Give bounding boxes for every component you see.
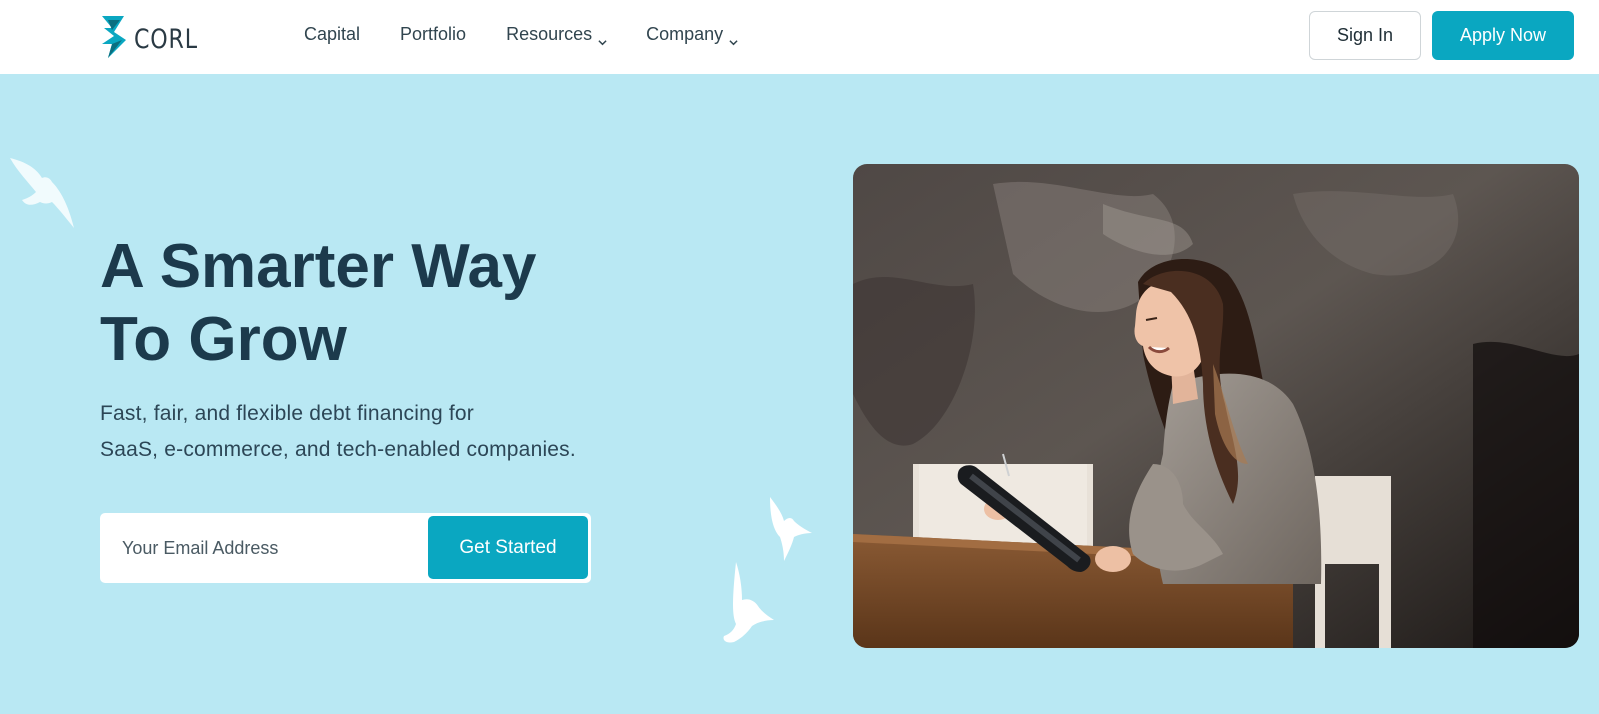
hero-title-line-2: To Grow — [100, 305, 347, 374]
chevron-down-icon — [729, 31, 738, 45]
bird-icon — [770, 497, 812, 561]
hero-title: A Smarter Way To Grow — [100, 230, 660, 376]
nav-item-company[interactable]: Company — [646, 24, 738, 45]
sign-in-button[interactable]: Sign In — [1309, 11, 1421, 60]
nav-item-label: Portfolio — [400, 24, 467, 44]
nav-item-capital[interactable]: Capital — [304, 24, 360, 45]
top-navigation-bar: CORL Capital Portfolio Resources Company… — [0, 0, 1599, 74]
hero-subtitle-line-1: Fast, fair, and flexible debt financing … — [100, 402, 474, 425]
get-started-button[interactable]: Get Started — [428, 516, 588, 579]
chevron-down-icon — [598, 31, 607, 45]
nav-item-label: Resources — [506, 24, 593, 44]
hero-subtitle-line-2: SaaS, e-commerce, and tech-enabled compa… — [100, 438, 576, 461]
bird-icon — [723, 562, 774, 643]
hero-subtitle: Fast, fair, and flexible debt financing … — [100, 396, 640, 468]
logo-text: CORL — [134, 24, 198, 55]
hero-photo — [853, 164, 1579, 648]
corl-logo-icon — [100, 14, 128, 65]
main-nav: Capital Portfolio Resources Company — [304, 24, 777, 45]
nav-item-label: Capital — [304, 24, 361, 44]
email-input[interactable] — [122, 528, 422, 568]
hero-title-line-1: A Smarter Way — [100, 232, 537, 301]
nav-item-portfolio[interactable]: Portfolio — [400, 24, 466, 45]
apply-now-button[interactable]: Apply Now — [1432, 11, 1574, 60]
logo[interactable]: CORL — [100, 14, 212, 65]
nav-item-label: Company — [646, 24, 724, 44]
email-signup-form: Get Started — [100, 513, 591, 583]
nav-item-resources[interactable]: Resources — [506, 24, 607, 45]
bird-icon — [10, 158, 74, 228]
